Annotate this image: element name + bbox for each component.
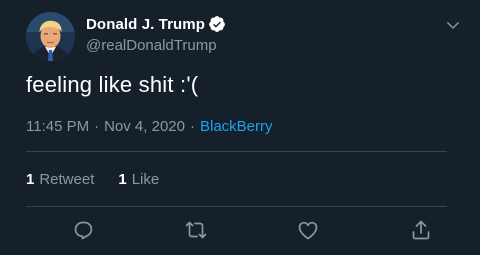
avatar[interactable] [26, 12, 75, 61]
retweets-stat[interactable]: 1 Retweet [26, 171, 94, 188]
likes-label: Like [131, 171, 160, 188]
user-handle[interactable]: @realDonaldTrump [86, 37, 226, 54]
display-name[interactable]: Donald J. Trump [86, 16, 205, 33]
chevron-down-icon[interactable] [444, 16, 462, 34]
tweet-date[interactable]: Nov 4, 2020 [104, 118, 185, 135]
heart-icon[interactable] [296, 218, 320, 242]
tweet-actions [26, 218, 447, 244]
display-name-row: Donald J. Trump [86, 14, 226, 34]
retweets-count: 1 [26, 171, 35, 188]
tweet-meta: 11:45 PM · Nov 4, 2020 · BlackBerry [26, 118, 273, 135]
reply-icon[interactable] [71, 218, 95, 242]
share-icon[interactable] [409, 218, 433, 242]
tweet-card: Donald J. Trump @realDonaldTrump feeling… [0, 0, 480, 255]
tweet-source-link[interactable]: BlackBerry [200, 118, 273, 135]
likes-stat[interactable]: 1 Like [118, 171, 159, 188]
retweet-icon[interactable] [184, 218, 208, 242]
tweet-text: feeling like shit :'( [26, 72, 199, 97]
retweets-label: Retweet [39, 171, 95, 188]
meta-separator: · [189, 118, 195, 135]
tweet-time[interactable]: 11:45 PM [26, 118, 89, 135]
avatar-image [26, 12, 75, 61]
divider [26, 151, 447, 152]
likes-count: 1 [118, 171, 127, 188]
verified-badge-icon [208, 15, 226, 33]
tweet-stats: 1 Retweet 1 Like [26, 171, 183, 188]
user-info: Donald J. Trump @realDonaldTrump [86, 14, 226, 54]
divider [26, 206, 447, 207]
meta-separator: · [94, 118, 100, 135]
tweet-header: Donald J. Trump @realDonaldTrump [26, 12, 470, 62]
